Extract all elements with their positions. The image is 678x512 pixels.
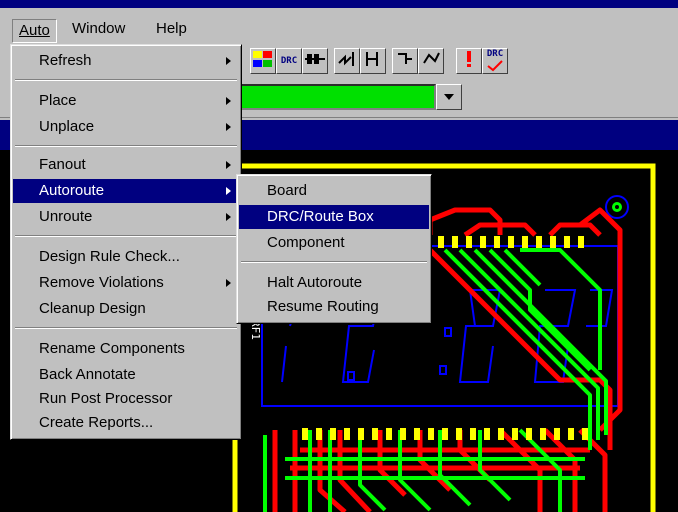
submenu-arrow-icon <box>226 57 231 65</box>
submenu-item-halt-autoroute[interactable]: Halt Autoroute <box>239 271 429 295</box>
submenu-arrow-icon <box>226 187 231 195</box>
pad-button[interactable] <box>302 48 328 74</box>
menu-separator <box>15 79 237 81</box>
layer-dropdown-button[interactable] <box>436 84 462 110</box>
menu-item-remove-violations[interactable]: Remove Violations <box>13 271 239 295</box>
menu-separator <box>15 327 237 329</box>
menu-window[interactable]: Window <box>66 18 131 40</box>
submenu-arrow-icon <box>226 213 231 221</box>
menu-separator <box>15 145 237 147</box>
menu-item-rename-components[interactable]: Rename Components <box>13 337 239 361</box>
menu-item-create-reports[interactable]: Create Reports... <box>13 411 239 435</box>
submenu-item-drc-route-box[interactable]: DRC/Route Box <box>239 205 429 229</box>
palette-icon <box>253 51 272 67</box>
shove-button[interactable] <box>418 48 444 74</box>
checkmark-icon <box>487 60 503 72</box>
submenu-arrow-icon <box>226 97 231 105</box>
menu-item-unplace[interactable]: Unplace <box>13 115 239 139</box>
push-icon <box>398 53 412 64</box>
menu-item-cleanup-design[interactable]: Cleanup Design <box>13 297 239 321</box>
split-icon <box>366 52 378 66</box>
menu-item-refresh[interactable]: Refresh <box>13 49 239 73</box>
submenu-arrow-icon <box>226 161 231 169</box>
drc-button-label: DRC <box>280 56 298 66</box>
submenu-arrow-icon <box>226 123 231 131</box>
layer-select[interactable] <box>240 84 436 110</box>
menu-item-design-rule-check[interactable]: Design Rule Check... <box>13 245 239 269</box>
menu-item-run-post-processor[interactable]: Run Post Processor <box>13 387 239 411</box>
drc-button[interactable]: DRC <box>276 48 302 74</box>
exclamation-icon <box>467 51 471 67</box>
menu-item-fanout[interactable]: Fanout <box>13 153 239 177</box>
window-top-edge <box>0 0 678 8</box>
menu-item-autoroute[interactable]: Autoroute <box>13 179 239 203</box>
submenu-item-resume-routing[interactable]: Resume Routing <box>239 295 429 319</box>
route-button[interactable] <box>334 48 360 74</box>
route-icon <box>338 52 354 66</box>
menu-item-back-annotate[interactable]: Back Annotate <box>13 363 239 387</box>
menu-item-place[interactable]: Place <box>13 89 239 113</box>
shove-icon <box>423 52 440 64</box>
menu-item-unroute[interactable]: Unroute <box>13 205 239 229</box>
split-button[interactable] <box>360 48 386 74</box>
menu-separator <box>15 235 237 237</box>
menu-help[interactable]: Help <box>150 18 193 40</box>
autoroute-submenu: Board DRC/Route Box Component Halt Autor… <box>236 174 432 324</box>
push-button[interactable] <box>392 48 418 74</box>
highlight-button[interactable] <box>456 48 482 74</box>
drc-check-button[interactable]: DRC <box>482 48 508 74</box>
submenu-item-component[interactable]: Component <box>239 231 429 255</box>
auto-menu: Refresh Place Unplace Fanout Autoroute U… <box>10 44 242 440</box>
menu-separator <box>241 261 427 263</box>
menu-auto[interactable]: Auto <box>12 19 57 43</box>
submenu-arrow-icon <box>226 279 231 287</box>
chevron-down-icon <box>444 94 454 101</box>
color-palette-button[interactable] <box>250 48 276 74</box>
submenu-item-board[interactable]: Board <box>239 179 429 203</box>
drc-check-label: DRC <box>486 49 504 59</box>
menu-bar: Auto Window Help <box>0 8 678 44</box>
pad-icon <box>305 54 325 64</box>
